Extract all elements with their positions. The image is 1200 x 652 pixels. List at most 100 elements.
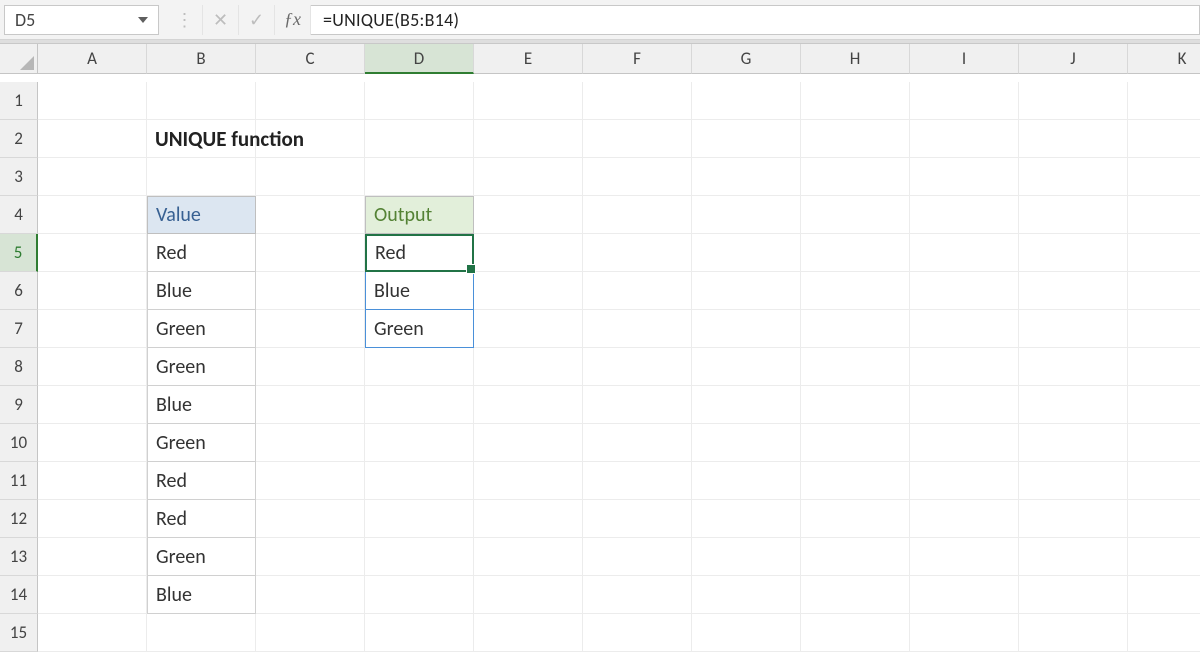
cell[interactable]	[38, 538, 147, 576]
column-header[interactable]: A	[38, 44, 147, 74]
cell[interactable]	[1019, 158, 1128, 196]
cell[interactable]	[583, 386, 692, 424]
column-header[interactable]: H	[801, 44, 910, 74]
cell[interactable]	[1128, 424, 1200, 462]
row-header[interactable]: 4	[0, 196, 38, 234]
cell[interactable]	[583, 234, 692, 272]
cell[interactable]	[1019, 614, 1128, 652]
cell[interactable]	[1128, 614, 1200, 652]
row-header[interactable]: 1	[0, 82, 38, 120]
cell[interactable]: Value	[147, 196, 256, 234]
cell[interactable]	[365, 614, 474, 652]
spreadsheet-grid[interactable]: ABCDEFGHIJK12UNIQUE function34ValueOutpu…	[0, 44, 1200, 652]
row-header[interactable]: 6	[0, 272, 38, 310]
cell[interactable]	[801, 424, 910, 462]
cell[interactable]	[365, 120, 474, 158]
cell[interactable]: Red	[365, 234, 474, 272]
cell[interactable]	[692, 234, 801, 272]
cell[interactable]	[474, 500, 583, 538]
cell[interactable]	[38, 120, 147, 158]
cell[interactable]	[583, 538, 692, 576]
cell[interactable]	[1128, 348, 1200, 386]
row-header[interactable]: 2	[0, 120, 38, 158]
cell[interactable]	[801, 348, 910, 386]
cell[interactable]: Blue	[147, 272, 256, 310]
cell[interactable]	[910, 576, 1019, 614]
cell[interactable]: Green	[147, 538, 256, 576]
column-header[interactable]: J	[1019, 44, 1128, 74]
cell[interactable]	[474, 272, 583, 310]
cell[interactable]	[910, 462, 1019, 500]
cancel-icon[interactable]: ✕	[203, 5, 239, 35]
cell[interactable]	[801, 272, 910, 310]
cell[interactable]	[365, 576, 474, 614]
cell[interactable]: Red	[147, 500, 256, 538]
cell[interactable]	[801, 462, 910, 500]
cell[interactable]	[474, 576, 583, 614]
cell[interactable]	[1128, 158, 1200, 196]
cell[interactable]: Blue	[147, 576, 256, 614]
cell[interactable]: Red	[147, 462, 256, 500]
cell[interactable]	[38, 462, 147, 500]
row-header[interactable]: 3	[0, 158, 38, 196]
cell[interactable]	[1019, 310, 1128, 348]
cell[interactable]	[910, 272, 1019, 310]
cell[interactable]: Green	[147, 310, 256, 348]
cell[interactable]	[1019, 272, 1128, 310]
cell[interactable]	[692, 386, 801, 424]
cell[interactable]	[801, 158, 910, 196]
cell[interactable]	[256, 500, 365, 538]
cell[interactable]	[474, 386, 583, 424]
cell[interactable]	[38, 614, 147, 652]
row-header[interactable]: 15	[0, 614, 38, 652]
cell[interactable]	[692, 196, 801, 234]
cell[interactable]	[692, 348, 801, 386]
cell[interactable]	[1019, 234, 1128, 272]
cell[interactable]	[1019, 196, 1128, 234]
cell[interactable]: Green	[365, 310, 474, 348]
cell[interactable]	[1019, 462, 1128, 500]
cell[interactable]	[474, 82, 583, 120]
cell[interactable]	[583, 120, 692, 158]
column-header[interactable]: K	[1128, 44, 1200, 74]
cell[interactable]: Blue	[365, 272, 474, 310]
cell[interactable]	[910, 158, 1019, 196]
cell[interactable]	[38, 386, 147, 424]
cell[interactable]	[1128, 82, 1200, 120]
cell[interactable]	[801, 386, 910, 424]
cell[interactable]	[474, 120, 583, 158]
cell[interactable]	[801, 576, 910, 614]
cell[interactable]	[583, 462, 692, 500]
cell[interactable]	[1128, 234, 1200, 272]
cell[interactable]	[38, 158, 147, 196]
column-header[interactable]: I	[910, 44, 1019, 74]
cell[interactable]	[474, 538, 583, 576]
row-header[interactable]: 8	[0, 348, 38, 386]
cell[interactable]	[1019, 82, 1128, 120]
cell[interactable]	[147, 158, 256, 196]
row-header[interactable]: 7	[0, 310, 38, 348]
cell[interactable]	[1128, 196, 1200, 234]
cell[interactable]	[1128, 310, 1200, 348]
fx-icon[interactable]: ƒx	[275, 5, 311, 35]
cell[interactable]	[474, 310, 583, 348]
cell[interactable]	[692, 614, 801, 652]
cell[interactable]	[147, 614, 256, 652]
cell[interactable]	[365, 82, 474, 120]
column-header[interactable]: E	[474, 44, 583, 74]
cell[interactable]	[583, 348, 692, 386]
cell[interactable]	[38, 500, 147, 538]
row-header[interactable]: 13	[0, 538, 38, 576]
cell[interactable]	[692, 576, 801, 614]
cell[interactable]	[801, 310, 910, 348]
cell[interactable]	[910, 424, 1019, 462]
cell[interactable]	[38, 82, 147, 120]
cell[interactable]	[583, 614, 692, 652]
cell[interactable]	[1019, 386, 1128, 424]
cell[interactable]	[801, 120, 910, 158]
select-all-corner[interactable]	[0, 44, 38, 74]
cell[interactable]	[365, 424, 474, 462]
cell[interactable]	[910, 614, 1019, 652]
cell[interactable]	[256, 272, 365, 310]
cell[interactable]	[801, 82, 910, 120]
